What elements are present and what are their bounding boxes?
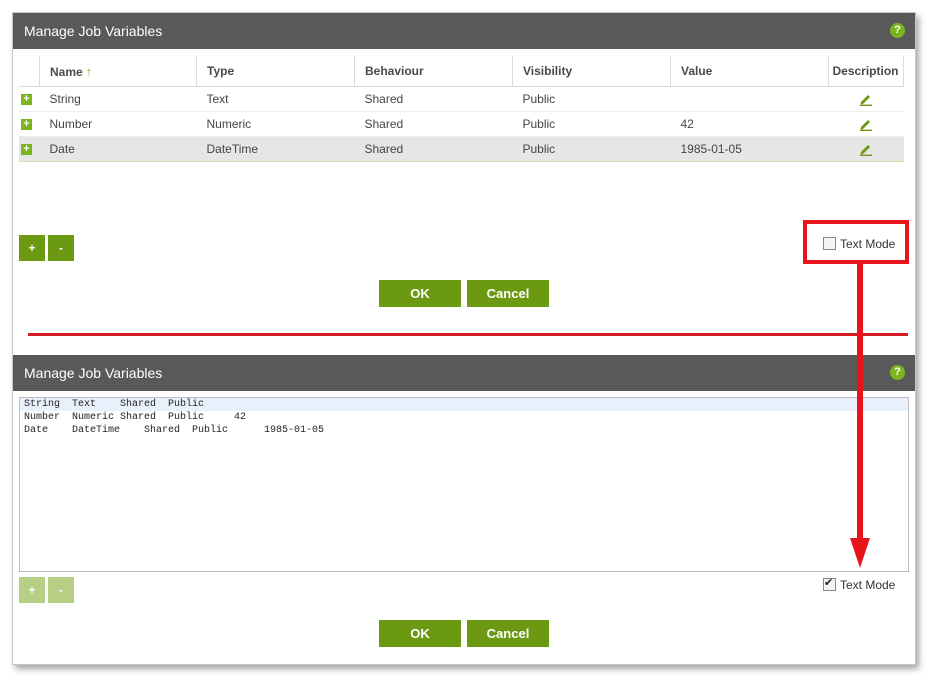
help-icon[interactable]: ? [890,365,905,380]
table-row[interactable]: + String Text Shared Public [19,86,904,112]
cell-type: Numeric [196,111,355,137]
cell-name: Number [39,111,197,137]
add-variable-button[interactable]: + [19,577,45,603]
cancel-button[interactable]: Cancel [467,620,549,647]
cell-visibility: Public [512,111,671,137]
screenshot-frame: Manage Job Variables ? Name ↑ Type Behavi… [12,12,916,665]
cell-value [670,86,829,112]
text-line: String Text Shared Public [20,398,908,411]
pencil-icon[interactable] [858,117,874,132]
column-header-value[interactable]: Value [670,56,829,87]
pencil-icon[interactable] [858,142,874,157]
cell-behaviour: Shared [354,136,513,162]
text-line: Date DateTime Shared Public 1985-01-05 [24,425,325,436]
pencil-icon[interactable] [858,92,874,107]
table-row[interactable]: + Date DateTime Shared Public 1985-01-05 [19,136,904,162]
expander-column-header [19,56,40,87]
text-mode-checkbox[interactable] [823,576,836,591]
add-variable-button[interactable]: + [19,235,45,261]
dialog-titlebar: Manage Job Variables ? [13,13,915,49]
remove-variable-button[interactable]: - [48,577,74,603]
remove-variable-button[interactable]: - [48,235,74,261]
cancel-button[interactable]: Cancel [467,280,549,307]
sort-ascending-icon: ↑ [85,63,93,79]
help-icon[interactable]: ? [890,23,905,38]
column-header-type[interactable]: Type [196,56,355,87]
cell-name: String [39,86,197,112]
text-mode-label: Text Mode [840,578,896,592]
cell-name: Date [39,136,197,162]
annotation-arrow-shaft [857,264,863,544]
bottom-dialog: Manage Job Variables ? String Text Share… [13,355,915,655]
annotation-highlight-box [803,220,909,264]
cell-visibility: Public [512,86,671,112]
expand-row-icon[interactable]: + [21,94,32,106]
text-line: Number Numeric Shared Public 42 [24,412,247,423]
ok-button[interactable]: OK [379,280,461,307]
column-header-visibility[interactable]: Visibility [512,56,671,87]
annotation-arrow-head-icon [850,538,870,568]
variables-text-editor[interactable]: String Text Shared Public Number Numeric… [19,397,909,572]
cell-behaviour: Shared [354,111,513,137]
cell-value: 42 [670,111,829,137]
text-mode-toggle[interactable]: Text Mode [823,576,896,592]
column-header-description[interactable]: Description [828,56,904,87]
cell-type: DateTime [196,136,355,162]
cell-behaviour: Shared [354,86,513,112]
table-row[interactable]: + Number Numeric Shared Public 42 [19,111,904,137]
ok-button[interactable]: OK [379,620,461,647]
annotation-divider-line [28,333,908,336]
cell-type: Text [196,86,355,112]
top-dialog: Manage Job Variables ? Name ↑ Type Behavi… [13,13,915,313]
expand-row-icon[interactable]: + [21,144,32,156]
dialog-title: Manage Job Variables [24,365,163,381]
expand-row-icon[interactable]: + [21,119,32,131]
column-header-behaviour[interactable]: Behaviour [354,56,513,87]
table-header-row: Name ↑ Type Behaviour Visibility Value De… [19,56,904,87]
cell-value: 1985-01-05 [670,136,829,162]
column-header-name[interactable]: Name ↑ [39,56,197,87]
variables-table: Name ↑ Type Behaviour Visibility Value De… [19,56,904,162]
cell-visibility: Public [512,136,671,162]
dialog-titlebar: Manage Job Variables ? [13,355,915,391]
dialog-title: Manage Job Variables [24,23,163,39]
